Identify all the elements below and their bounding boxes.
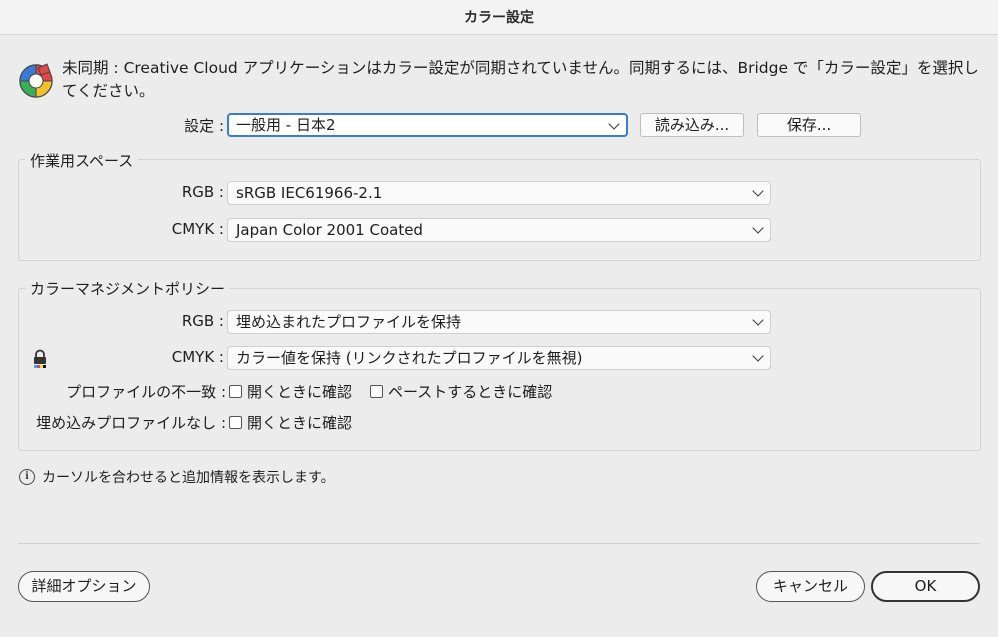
mismatch-paste-label: ペーストするときに確認 — [388, 383, 553, 401]
info-text: カーソルを合わせると追加情報を表示します。 — [42, 470, 335, 486]
cm-cmyk-label: CMYK : — [171, 348, 224, 366]
missing-open-label: 開くときに確認 — [247, 414, 353, 432]
load-button[interactable]: 読み込み... — [640, 113, 744, 137]
ws-cmyk-value: Japan Color 2001 Coated — [236, 221, 423, 239]
settings-label: 設定 : — [184, 117, 224, 135]
color-management-title: カラーマネジメントポリシー — [25, 278, 231, 299]
chevron-down-icon — [752, 185, 764, 197]
cancel-button[interactable]: キャンセル — [756, 571, 865, 602]
mismatch-open-label: 開くときに確認 — [247, 383, 353, 401]
ws-cmyk-label: CMYK : — [171, 220, 224, 238]
mismatch-paste-checkbox[interactable]: ペーストするときに確認 — [370, 381, 552, 402]
checkbox-box[interactable] — [229, 385, 242, 398]
save-button[interactable]: 保存... — [757, 113, 861, 137]
mismatch-open-checkbox[interactable]: 開くときに確認 — [229, 381, 352, 402]
chevron-down-icon — [608, 118, 620, 130]
sync-warning-text: 未同期 : Creative Cloud アプリケーションはカラー設定が同期され… — [62, 59, 979, 100]
working-spaces-group — [18, 159, 981, 261]
ws-rgb-label: RGB : — [181, 183, 224, 201]
cm-cmyk-value: カラー値を保持 (リンクされたプロファイルを無視) — [236, 349, 583, 367]
checkbox-box[interactable] — [229, 416, 242, 429]
cm-cmyk-select[interactable]: カラー値を保持 (リンクされたプロファイルを無視) — [227, 346, 771, 370]
window-title: カラー設定 — [464, 10, 534, 26]
missing-open-checkbox[interactable]: 開くときに確認 — [229, 412, 352, 433]
color-wheel-icon — [19, 63, 53, 98]
ok-button[interactable]: OK — [871, 571, 980, 602]
ws-cmyk-select[interactable]: Japan Color 2001 Coated — [227, 218, 771, 242]
ws-rgb-value: sRGB IEC61966-2.1 — [236, 184, 383, 202]
working-spaces-title: 作業用スペース — [25, 150, 139, 171]
cm-rgb-label: RGB : — [181, 312, 224, 330]
lock-icon — [34, 349, 46, 368]
cm-rgb-select[interactable]: 埋め込まれたプロファイルを保持 — [227, 310, 771, 334]
cm-rgb-value: 埋め込まれたプロファイルを保持 — [236, 313, 462, 331]
advanced-options-button[interactable]: 詳細オプション — [18, 571, 150, 602]
checkbox-box[interactable] — [370, 385, 383, 398]
missing-profile-label: 埋め込みプロファイルなし : — [36, 414, 226, 432]
profile-mismatch-label: プロファイルの不一致 : — [66, 383, 226, 401]
footer-divider — [18, 543, 980, 544]
chevron-down-icon — [752, 222, 764, 234]
chevron-down-icon — [752, 350, 764, 362]
settings-select-value: 一般用 - 日本2 — [236, 116, 336, 134]
settings-select[interactable]: 一般用 - 日本2 — [227, 113, 628, 137]
chevron-down-icon — [752, 314, 764, 326]
title-bar: カラー設定 — [0, 0, 998, 35]
info-icon: i — [19, 469, 35, 485]
ws-rgb-select[interactable]: sRGB IEC61966-2.1 — [227, 181, 771, 205]
